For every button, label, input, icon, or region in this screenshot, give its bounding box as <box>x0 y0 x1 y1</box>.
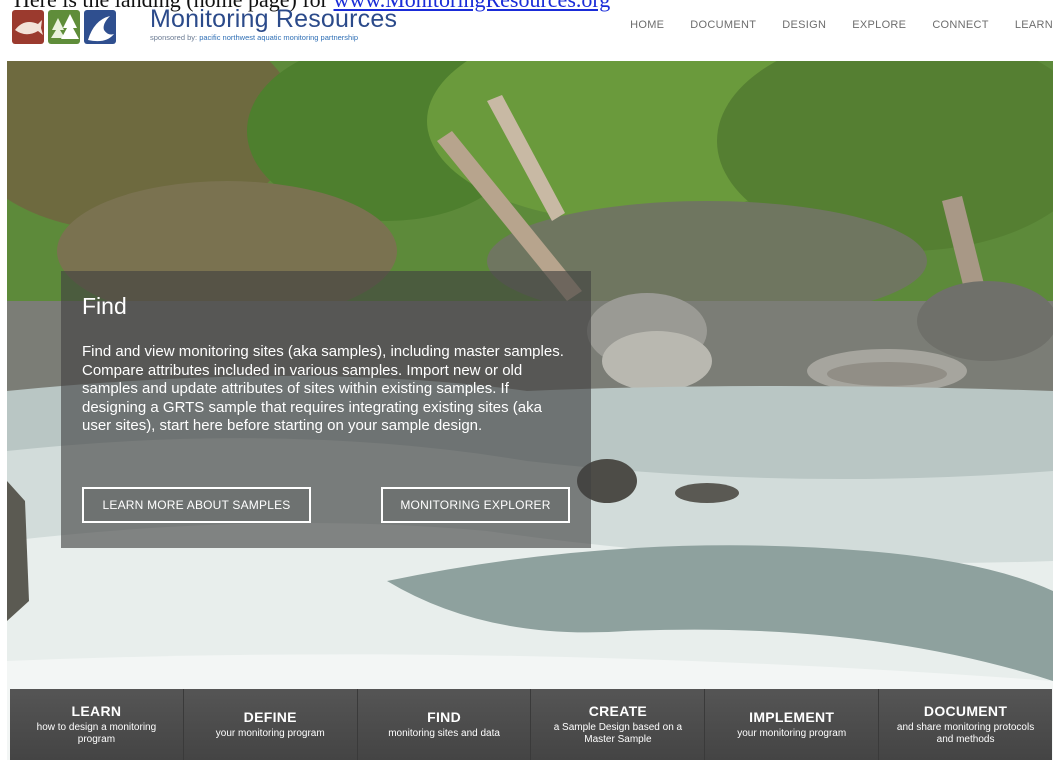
panel-description: Find and view monitoring sites (aka samp… <box>82 343 564 434</box>
step-subtitle: monitoring sites and data <box>388 728 500 739</box>
learn-more-samples-button[interactable]: LEARN MORE ABOUT SAMPLES <box>82 487 311 523</box>
nav-home[interactable]: HOME <box>630 19 664 31</box>
step-subtitle: your monitoring program <box>737 728 847 739</box>
step-title: DOCUMENT <box>923 703 1008 719</box>
workflow-step-bar: LEARN how to design a monitoring program… <box>10 689 1052 760</box>
step-subtitle: your monitoring program <box>215 728 325 739</box>
step-title: FIND <box>427 709 461 725</box>
hero-banner: Find Find and view monitoring sites (aka… <box>7 61 1053 760</box>
brand[interactable]: Monitoring Resources sponsored by: pacif… <box>150 6 397 42</box>
site-title: Monitoring Resources <box>150 5 398 33</box>
step-subtitle: a Sample Design based on a Master Sample <box>553 722 683 745</box>
top-nav: HOME DOCUMENT DESIGN EXPLORE CONNECT LEA… <box>630 19 1053 31</box>
step-define[interactable]: DEFINE your monitoring program <box>183 689 358 760</box>
sponsor-link[interactable]: pacific northwest aquatic monitoring par… <box>199 33 358 42</box>
sponsor-prefix: sponsored by: <box>150 33 198 42</box>
step-title: CREATE <box>588 703 648 719</box>
step-learn[interactable]: LEARN how to design a monitoring program <box>10 689 184 760</box>
nav-document[interactable]: DOCUMENT <box>690 19 756 31</box>
nav-design[interactable]: DESIGN <box>782 19 826 31</box>
step-subtitle: and share monitoring protocols and metho… <box>896 722 1035 745</box>
nav-learn[interactable]: LEARN <box>1015 19 1053 31</box>
step-implement[interactable]: IMPLEMENT your monitoring program <box>705 689 880 760</box>
monitoring-explorer-button[interactable]: MONITORING EXPLORER <box>381 487 570 523</box>
nav-explore[interactable]: EXPLORE <box>852 19 906 31</box>
step-title: IMPLEMENT <box>749 709 835 725</box>
step-create[interactable]: CREATE a Sample Design based on a Master… <box>531 689 706 760</box>
step-title: LEARN <box>71 703 122 719</box>
panel-heading: Find <box>82 293 127 319</box>
nav-connect[interactable]: CONNECT <box>932 19 989 31</box>
feature-panel: Find Find and view monitoring sites (aka… <box>61 271 591 548</box>
step-subtitle: how to design a monitoring program <box>36 722 157 745</box>
fish-icon <box>12 10 44 44</box>
step-find[interactable]: FIND monitoring sites and data <box>357 689 532 760</box>
site-logo[interactable] <box>12 10 116 44</box>
step-title: DEFINE <box>243 709 297 725</box>
step-document[interactable]: DOCUMENT and share monitoring protocols … <box>879 689 1052 760</box>
sponsor-line: sponsored by: pacific northwest aquatic … <box>150 33 397 42</box>
wave-icon <box>84 10 116 44</box>
tree-icon <box>48 10 80 44</box>
